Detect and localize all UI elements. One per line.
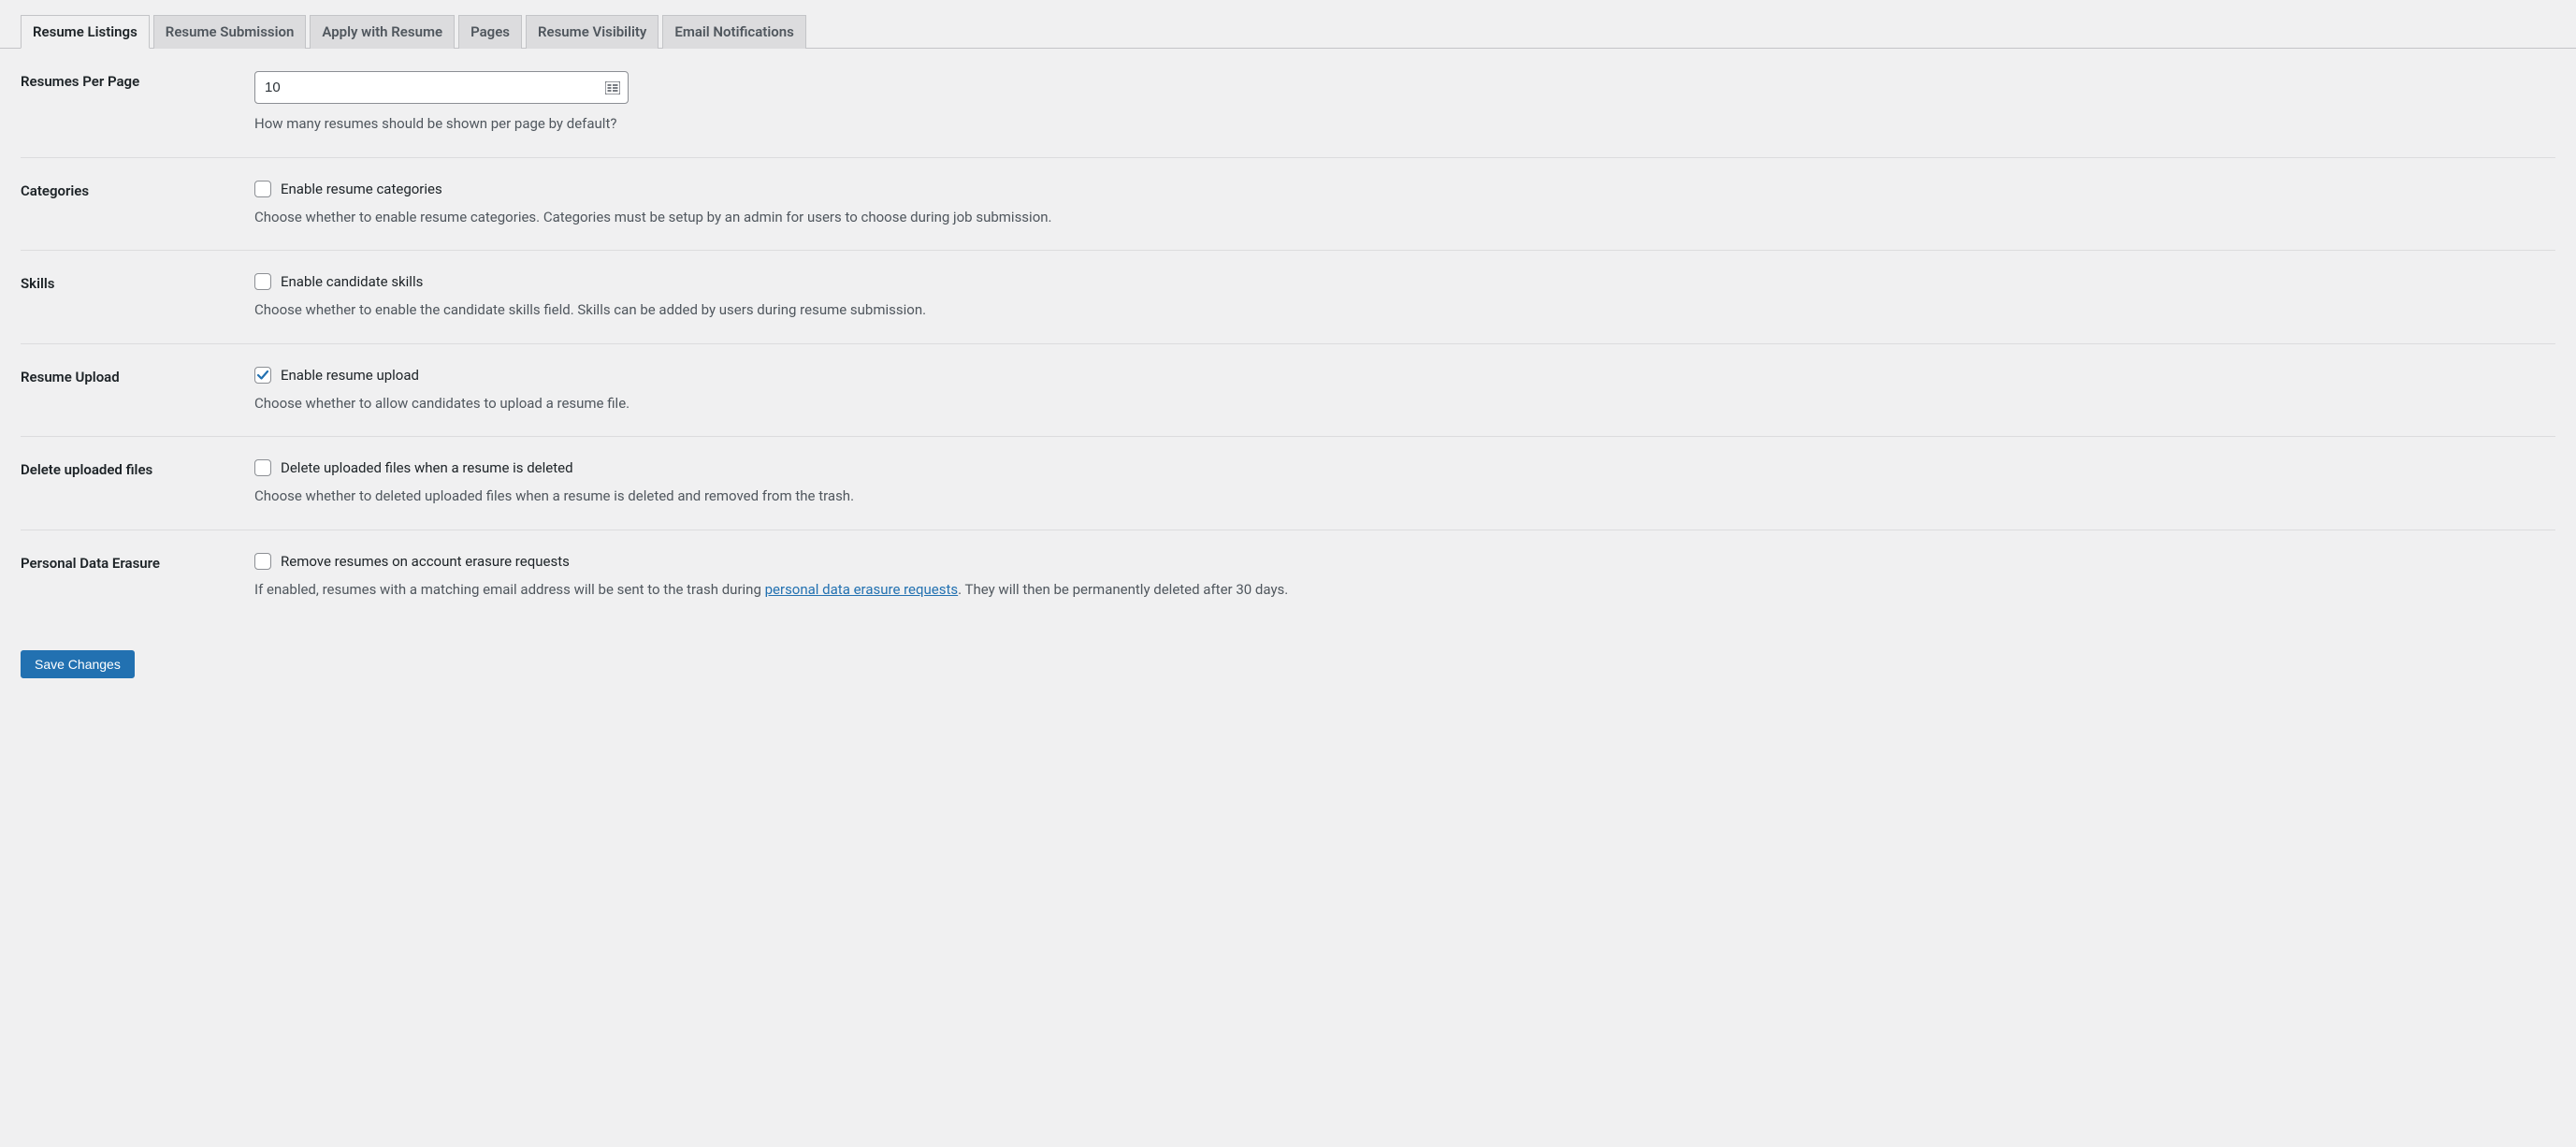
checkbox-label-skills[interactable]: Enable candidate skills [281, 273, 423, 290]
settings-content: Resumes Per Page How many resumes s [0, 49, 2576, 699]
description-erasure: If enabled, resumes with a matching emai… [254, 579, 2555, 601]
description-erasure-before: If enabled, resumes with a matching emai… [254, 581, 765, 598]
checkbox-row-delete-uploaded: Delete uploaded files when a resume is d… [254, 459, 2555, 476]
label-skills: Skills [21, 273, 254, 292]
checkbox-enable-categories[interactable] [254, 181, 271, 197]
field-delete-uploaded: Delete uploaded files when a resume is d… [254, 459, 2555, 507]
tab-resume-submission[interactable]: Resume Submission [153, 15, 307, 49]
field-resumes-per-page: How many resumes should be shown per pag… [254, 71, 2555, 135]
field-skills: Enable candidate skills Choose whether t… [254, 273, 2555, 321]
checkbox-enable-resume-upload[interactable] [254, 367, 271, 384]
checkbox-enable-skills[interactable] [254, 273, 271, 290]
checkbox-label-erasure[interactable]: Remove resumes on account erasure reques… [281, 553, 570, 570]
description-resume-upload: Choose whether to allow candidates to up… [254, 393, 2555, 414]
row-resumes-per-page: Resumes Per Page How many resumes s [21, 49, 2555, 158]
row-skills: Skills Enable candidate skills Choose wh… [21, 251, 2555, 344]
settings-tabs: Resume Listings Resume Submission Apply … [0, 0, 2576, 49]
number-spinner-icon[interactable] [604, 80, 621, 96]
tab-email-notifications[interactable]: Email Notifications [662, 15, 805, 49]
label-resume-upload: Resume Upload [21, 367, 254, 385]
row-delete-uploaded: Delete uploaded files Delete uploaded fi… [21, 437, 2555, 530]
description-skills: Choose whether to enable the candidate s… [254, 299, 2555, 321]
tab-resume-visibility[interactable]: Resume Visibility [526, 15, 658, 49]
checkbox-label-resume-upload[interactable]: Enable resume upload [281, 367, 419, 384]
label-categories: Categories [21, 181, 254, 199]
field-categories: Enable resume categories Choose whether … [254, 181, 2555, 228]
field-personal-data-erasure: Remove resumes on account erasure reques… [254, 553, 2555, 601]
tab-apply-with-resume[interactable]: Apply with Resume [310, 15, 455, 49]
checkbox-row-resume-upload: Enable resume upload [254, 367, 2555, 384]
row-resume-upload: Resume Upload Enable resume upload Choos… [21, 344, 2555, 438]
description-delete-uploaded: Choose whether to deleted uploaded files… [254, 486, 2555, 507]
checkbox-row-erasure: Remove resumes on account erasure reques… [254, 553, 2555, 570]
tab-resume-listings[interactable]: Resume Listings [21, 15, 150, 49]
description-erasure-after: . They will then be permanently deleted … [958, 581, 1288, 598]
label-delete-uploaded: Delete uploaded files [21, 459, 254, 478]
tab-pages[interactable]: Pages [458, 15, 522, 49]
row-categories: Categories Enable resume categories Choo… [21, 158, 2555, 252]
checkbox-remove-resumes-erasure[interactable] [254, 553, 271, 570]
checkbox-label-delete-uploaded[interactable]: Delete uploaded files when a resume is d… [281, 459, 573, 476]
number-input-wrapper [254, 71, 629, 104]
save-changes-button[interactable]: Save Changes [21, 650, 135, 678]
resumes-per-page-input[interactable] [254, 71, 629, 104]
link-personal-data-erasure-requests[interactable]: personal data erasure requests [765, 581, 959, 598]
field-resume-upload: Enable resume upload Choose whether to a… [254, 367, 2555, 414]
checkbox-delete-uploaded[interactable] [254, 459, 271, 476]
description-resumes-per-page: How many resumes should be shown per pag… [254, 113, 2555, 135]
label-personal-data-erasure: Personal Data Erasure [21, 553, 254, 572]
checkbox-label-categories[interactable]: Enable resume categories [281, 181, 442, 197]
checkbox-row-categories: Enable resume categories [254, 181, 2555, 197]
description-categories: Choose whether to enable resume categori… [254, 207, 2555, 228]
row-personal-data-erasure: Personal Data Erasure Remove resumes on … [21, 530, 2555, 623]
checkbox-row-skills: Enable candidate skills [254, 273, 2555, 290]
label-resumes-per-page: Resumes Per Page [21, 71, 254, 90]
